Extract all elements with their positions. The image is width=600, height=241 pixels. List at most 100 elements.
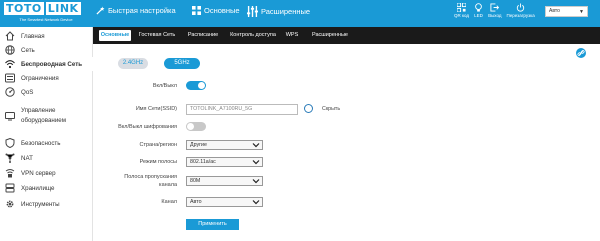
- sidebar-item-label: QoS: [21, 88, 34, 96]
- tab-wps[interactable]: WPS: [284, 30, 300, 41]
- region-value: Другие: [190, 142, 207, 148]
- bandwidth-label-line1: Полоса пропускания: [124, 174, 177, 180]
- band-mode-value: 802.11a/ac: [190, 159, 216, 165]
- wifi-toggle[interactable]: [186, 81, 206, 90]
- apply-button[interactable]: Применить: [186, 219, 239, 230]
- region-select[interactable]: Другие: [186, 140, 263, 150]
- chevron-down-icon: [252, 160, 260, 165]
- qr-code-icon: [457, 3, 467, 12]
- sidebar-item-label: Хранилище: [21, 184, 55, 192]
- sidebar-item-tools[interactable]: Инструменты: [0, 197, 93, 211]
- led-button[interactable]: LED: [474, 3, 483, 18]
- home-icon: [5, 31, 15, 41]
- ssid-label: Имя Сети(SSID): [135, 106, 177, 112]
- sidebar-item-label-line1: Управление: [21, 107, 56, 114]
- sidebar-item-device-management[interactable]: Управление оборудованием: [0, 102, 93, 130]
- qr-code-label: QR код: [454, 13, 470, 18]
- toggle-knob: [198, 82, 205, 89]
- link-button[interactable]: [576, 48, 586, 58]
- language-select[interactable]: Авто ▼: [545, 6, 588, 17]
- sub-tab-bar: Основные Гостевая Сеть Расписание Контро…: [93, 27, 600, 44]
- sidebar-item-qos[interactable]: QoS: [0, 85, 93, 99]
- tab-basic[interactable]: Основные: [99, 30, 131, 41]
- sidebar-item-label: VPN сервер: [21, 169, 56, 177]
- hide-ssid-checkbox[interactable]: [304, 104, 313, 113]
- bandwidth-label: Полоса пропускания канала: [87, 173, 177, 189]
- sidebar-item-restrictions[interactable]: Ограничения: [0, 71, 93, 85]
- device-icon: [5, 112, 15, 121]
- filter-icon: [5, 73, 15, 83]
- shield-icon: [5, 138, 15, 148]
- sidebar-item-label: Безопасность: [21, 139, 61, 147]
- sidebar-item-security[interactable]: Безопасность: [0, 136, 93, 150]
- qos-icon: [5, 87, 15, 97]
- logo-word-right: LINK: [45, 2, 81, 15]
- gear-icon: [6, 200, 14, 208]
- wand-icon: [96, 6, 105, 15]
- band-2-4ghz-button[interactable]: 2.4GHz: [118, 58, 148, 69]
- mode-basic-label: Основные: [204, 6, 240, 15]
- totolink-logo[interactable]: TOTO LINK The Smartest Network Device: [4, 2, 88, 24]
- tab-schedule[interactable]: Расписание: [185, 30, 221, 41]
- region-label: Страна/регион: [139, 142, 177, 148]
- chevron-down-icon: [252, 200, 260, 205]
- sidebar-item-label: Инструменты: [21, 200, 60, 208]
- vpn-icon: [5, 169, 15, 178]
- channel-select[interactable]: Авто: [186, 197, 263, 207]
- sidebar-item-label: Сеть: [21, 46, 35, 54]
- grid-icon: [192, 6, 201, 15]
- sidebar-item-storage[interactable]: Хранилище: [0, 181, 93, 195]
- band-mode-select[interactable]: 802.11a/ac: [186, 157, 263, 167]
- encryption-toggle-label: Вкл/Выкл шифрования: [118, 124, 177, 130]
- bandwidth-value: 80M: [190, 178, 201, 184]
- channel-value: Авто: [190, 199, 202, 205]
- sidebar-item-label: Управление оборудованием: [21, 106, 66, 126]
- reboot-button[interactable]: Перезагрузка: [507, 3, 535, 18]
- logout-label: Выход: [488, 13, 502, 18]
- sidebar-item-home[interactable]: Главная: [0, 29, 93, 43]
- mode-quick-setup[interactable]: Быстрая настройка: [96, 6, 176, 15]
- logo-tagline: The Smartest Network Device: [19, 17, 73, 22]
- top-header: TOTO LINK The Smartest Network Device Бы…: [0, 0, 600, 27]
- reboot-label: Перезагрузка: [506, 13, 535, 18]
- tab-access-control[interactable]: Контроль доступа: [229, 30, 277, 41]
- sidebar-item-label: Ограничения: [21, 74, 59, 82]
- logout-button[interactable]: Выход: [488, 3, 502, 18]
- sidebar-item-wireless[interactable]: Беспроводная Сеть: [0, 57, 93, 71]
- sliders-icon: [247, 6, 258, 17]
- hide-ssid-label: Скрыть: [322, 106, 341, 112]
- sidebar-item-label-line2: оборудованием: [21, 117, 66, 124]
- toggle-knob: [187, 123, 194, 130]
- channel-label: Канал: [161, 199, 177, 205]
- link-icon: [577, 50, 585, 56]
- header-tools: QR код LED Выход Перезагрузка: [454, 3, 535, 18]
- lightbulb-icon: [475, 3, 482, 12]
- mode-advanced[interactable]: Расширенные: [247, 6, 310, 17]
- storage-icon: [5, 183, 15, 193]
- mode-quick-label: Быстрая настройка: [108, 6, 176, 15]
- wifi-toggle-label: Вкл/Выкл: [152, 83, 177, 89]
- led-label: LED: [474, 13, 483, 18]
- sidebar-item-label: NAT: [21, 154, 33, 162]
- sidebar-item-label: Главная: [21, 32, 45, 40]
- sidebar: Главная Сеть Беспроводная Сеть Ограничен…: [0, 27, 93, 241]
- tab-advanced[interactable]: Расширенные: [310, 30, 350, 41]
- qr-code-button[interactable]: QR код: [454, 3, 469, 18]
- chevron-down-icon: ▼: [579, 9, 584, 15]
- mode-basic[interactable]: Основные: [192, 6, 240, 15]
- nat-icon: [5, 153, 15, 163]
- sidebar-item-network[interactable]: Сеть: [0, 43, 93, 57]
- power-icon: [516, 3, 525, 12]
- ssid-input[interactable]: TOTOLINK_A7100RU_5G: [186, 104, 298, 115]
- logout-icon: [490, 3, 500, 12]
- band-mode-label: Режим полосы: [139, 159, 177, 165]
- mode-advanced-label: Расширенные: [261, 7, 311, 16]
- sidebar-item-nat[interactable]: NAT: [0, 151, 93, 165]
- bandwidth-select[interactable]: 80M: [186, 176, 263, 186]
- bandwidth-label-line2: канала: [159, 182, 177, 188]
- wifi-icon: [5, 60, 15, 69]
- encryption-toggle[interactable]: [186, 122, 206, 131]
- sidebar-item-vpn[interactable]: VPN сервер: [0, 166, 93, 180]
- band-5ghz-button[interactable]: 5GHz: [164, 58, 200, 69]
- tab-guest-network[interactable]: Гостевая Сеть: [137, 30, 177, 41]
